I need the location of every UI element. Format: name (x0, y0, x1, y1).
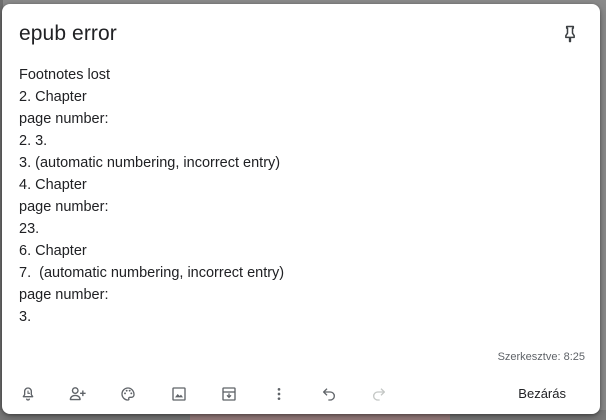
more-vert-icon[interactable] (266, 381, 292, 407)
note-body[interactable]: Footnotes lost 2. Chapter page number: 2… (19, 64, 579, 328)
note-editor-dialog: epub error Footnotes lost 2. Chapter pag… (2, 4, 600, 414)
note-line: 3. (automatic numbering, incorrect entry… (19, 155, 281, 171)
note-line: 6. Chapter (19, 243, 87, 259)
note-line: Footnotes lost (19, 67, 111, 83)
pin-icon[interactable] (558, 22, 582, 46)
palette-icon[interactable] (115, 381, 141, 407)
note-title[interactable]: epub error (19, 22, 117, 46)
close-button[interactable]: Bezárás (510, 382, 574, 406)
edited-timestamp: Szerkesztve: 8:25 (497, 351, 585, 363)
collaborator-icon[interactable] (65, 381, 91, 407)
undo-icon[interactable] (316, 381, 342, 407)
redo-icon[interactable] (366, 381, 392, 407)
note-line: 7. (automatic numbering, incorrect entry… (19, 265, 285, 281)
image-icon[interactable] (166, 381, 192, 407)
note-line: 4. Chapter (19, 177, 87, 193)
note-line: 2. 3. (19, 133, 48, 149)
note-line: page number: (19, 287, 109, 303)
archive-icon[interactable] (216, 381, 242, 407)
note-line: 23. (19, 221, 40, 237)
note-toolbar: Bezárás (2, 378, 600, 408)
note-line: page number: (19, 199, 109, 215)
note-line: page number: (19, 111, 109, 127)
note-line: 2. Chapter (19, 89, 87, 105)
reminder-bell-icon[interactable] (15, 381, 41, 407)
note-line: 3. (19, 309, 32, 325)
